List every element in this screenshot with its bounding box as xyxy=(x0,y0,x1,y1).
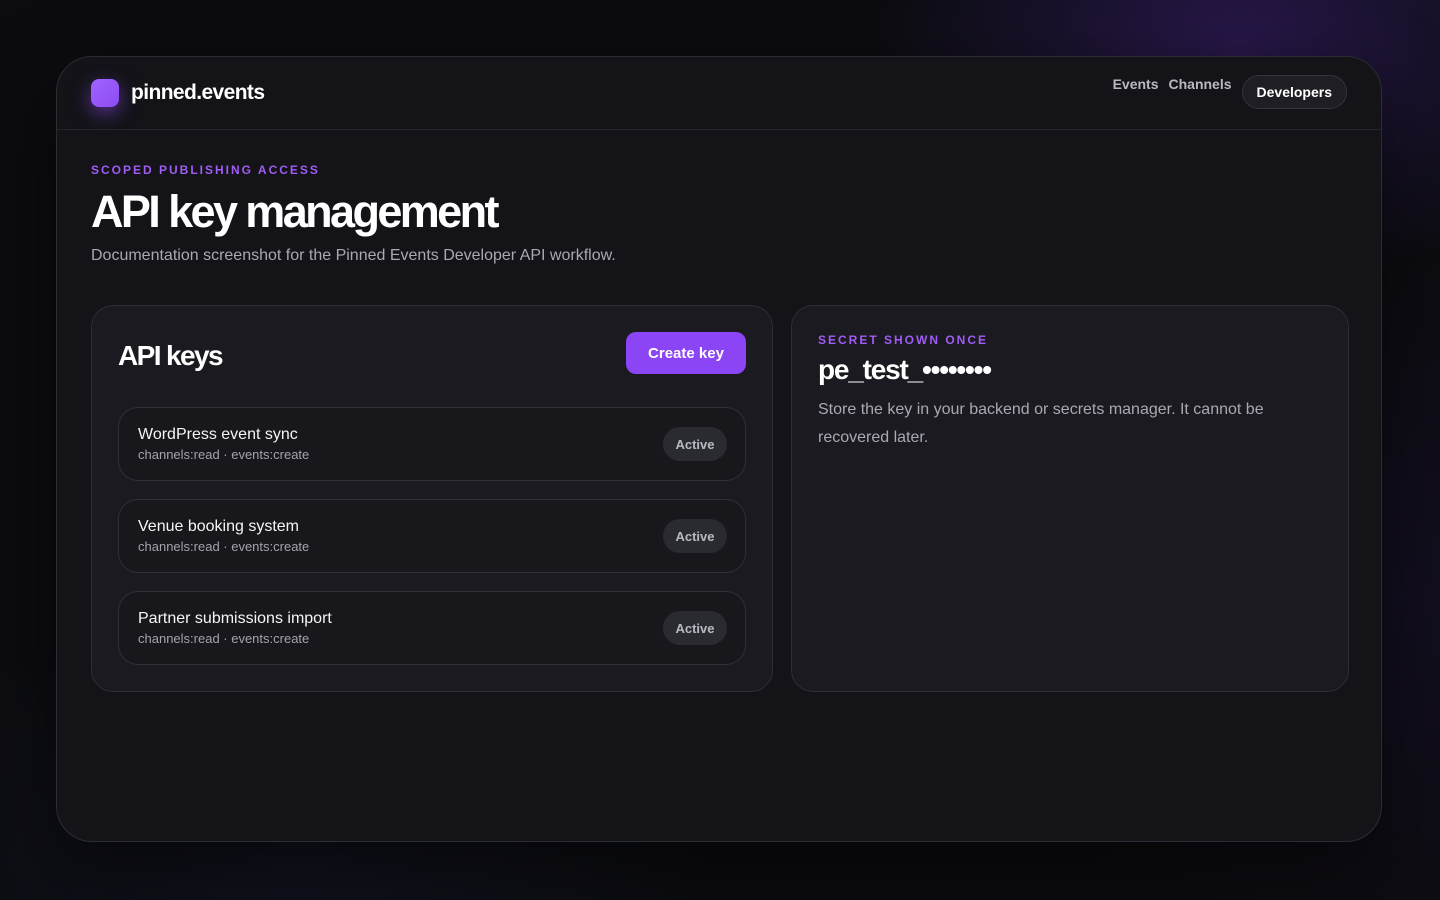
nav-link-events[interactable]: Events xyxy=(1113,76,1159,92)
api-key-name: WordPress event sync xyxy=(138,426,298,443)
page-description: Documentation screenshot for the Pinned … xyxy=(91,247,616,264)
page-title: API key management xyxy=(91,186,499,237)
api-key-name: Venue booking system xyxy=(138,518,299,535)
api-key-name: Partner submissions import xyxy=(138,610,332,627)
nav-link-channels[interactable]: Channels xyxy=(1169,76,1232,92)
api-keys-card: API keys Create key WordPress event sync… xyxy=(91,305,773,692)
create-key-button[interactable]: Create key xyxy=(626,332,746,374)
page-eyebrow: SCOPED PUBLISHING ACCESS xyxy=(91,163,320,177)
api-key-row[interactable]: WordPress event sync channels:read · eve… xyxy=(118,407,746,481)
top-bar: pinned.events Events Channels Developers xyxy=(57,57,1381,130)
api-key-scopes: channels:read · events:create xyxy=(138,447,310,462)
brand-name: pinned.events xyxy=(131,81,265,104)
api-key-scopes: channels:read · events:create xyxy=(138,539,310,554)
nav-link-developers[interactable]: Developers xyxy=(1241,75,1347,109)
status-badge: Active xyxy=(663,611,727,645)
brand[interactable]: pinned.events xyxy=(91,79,265,107)
secret-note: Store the key in your backend or secrets… xyxy=(818,401,1264,446)
app-window: pinned.events Events Channels Developers… xyxy=(56,56,1382,842)
api-keys-title: API keys xyxy=(118,340,224,371)
secret-card: SECRET SHOWN ONCE pe_test_•••••••• Store… xyxy=(791,305,1349,692)
api-key-row[interactable]: Partner submissions import channels:read… xyxy=(118,591,746,665)
secret-eyebrow: SECRET SHOWN ONCE xyxy=(818,333,989,347)
rounded-square-logo-icon xyxy=(91,79,119,107)
status-badge: Active xyxy=(663,519,727,553)
main-nav: Events Channels Developers xyxy=(1113,75,1347,109)
api-key-scopes: channels:read · events:create xyxy=(138,631,310,646)
status-badge: Active xyxy=(663,427,727,461)
api-key-row[interactable]: Venue booking system channels:read · eve… xyxy=(118,499,746,573)
secret-key-value[interactable]: pe_test_•••••••• xyxy=(818,354,992,386)
page-header: SCOPED PUBLISHING ACCESS API key managem… xyxy=(91,163,616,265)
